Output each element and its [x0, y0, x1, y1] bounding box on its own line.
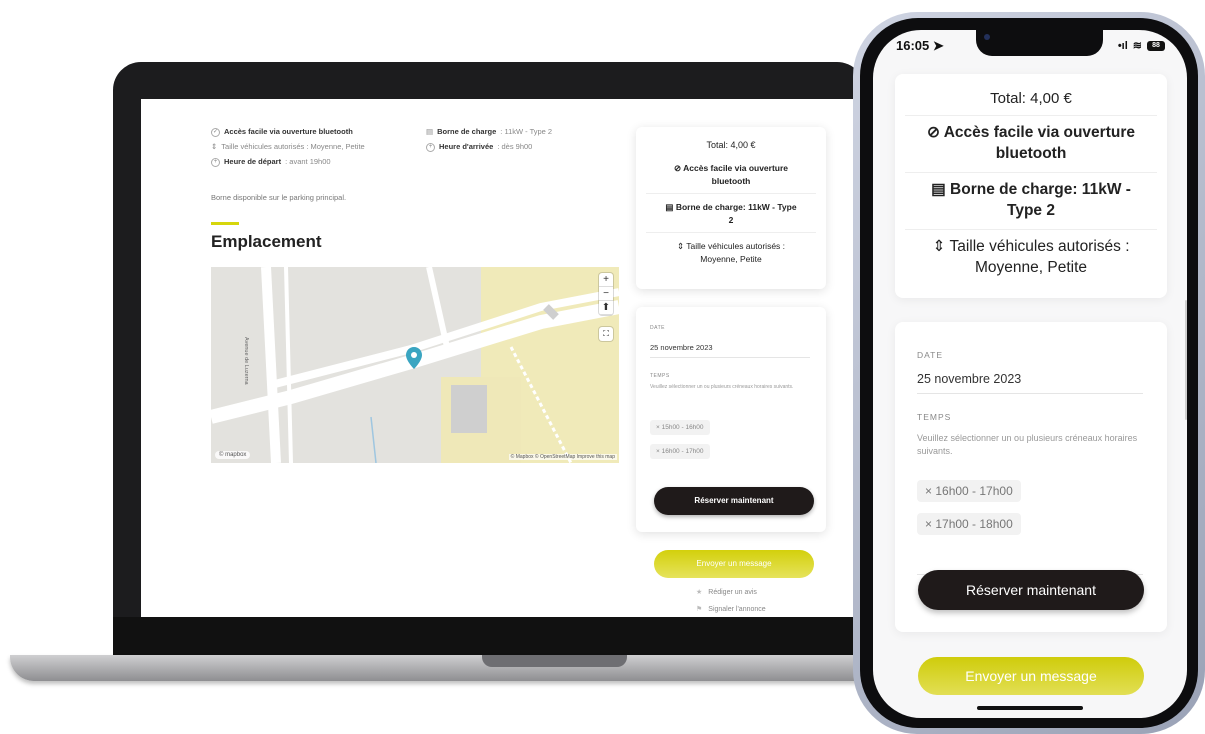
- time-hint: Veuillez sélectionner un ou plusieurs cr…: [917, 433, 1138, 456]
- description: Borne disponible sur le parking principa…: [211, 193, 347, 202]
- home-indicator[interactable]: [977, 706, 1083, 710]
- summary-bluetooth: ⊘ Accès facile via ouverture bluetooth: [673, 163, 789, 186]
- time-slot-chip[interactable]: × 17h00 - 18h00: [917, 513, 1021, 535]
- laptop-notch: [482, 655, 627, 667]
- fullscreen-button[interactable]: ⛶: [599, 327, 613, 341]
- summary-vehicle-size: ⇕ Taille véhicules autorisés : Moyenne, …: [905, 229, 1157, 278]
- feature-departure: + Heure de départ : avant 19h00: [211, 155, 331, 169]
- summary-charging-label: Borne de charge: 11kW - Type 2: [675, 202, 797, 225]
- location-arrow-icon: ➤: [932, 38, 944, 53]
- feature-arrival-label: Heure d'arrivée: [439, 142, 494, 151]
- total-price: Total: 4,00 €: [990, 90, 1072, 107]
- check-circle-icon: ✓: [211, 127, 220, 137]
- mapbox-logo: © mapbox: [215, 451, 251, 459]
- map-attribution[interactable]: © Mapbox © OpenStreetMap Improve this ma…: [508, 454, 617, 460]
- section-title: Emplacement: [211, 232, 322, 251]
- feature-departure-value: : avant 19h00: [285, 157, 331, 166]
- summary-bluetooth: ⊘ Accès facile via ouverture bluetooth: [905, 115, 1157, 164]
- booking-card: DATE 25 novembre 2023 TEMPS Veuillez sél…: [636, 307, 826, 532]
- phone-notch: [976, 30, 1103, 56]
- laptop-bezel: [113, 617, 865, 658]
- summary-card: Total: 4,00 € ⊘ Accès facile via ouvertu…: [895, 74, 1167, 298]
- time-slot-chip[interactable]: × 16h00 - 17h00: [650, 444, 710, 459]
- signal-icon: •ıl: [1117, 39, 1128, 52]
- feature-departure-label: Heure de départ: [224, 157, 282, 166]
- camera-icon: [984, 34, 990, 40]
- battery-icon: 88: [1147, 40, 1165, 51]
- summary-card: Total: 4,00 € ⊘ Accès facile via ouvertu…: [636, 127, 826, 289]
- feature-vehicle-size-label: Taille véhicules autorisés : Moyenne, Pe…: [221, 142, 365, 151]
- summary-vehicle-size: ⇕ Taille véhicules autorisés : Moyenne, …: [646, 232, 816, 266]
- map-pin-icon[interactable]: [406, 347, 422, 369]
- feature-vehicle-size: ⇕ Taille véhicules autorisés : Moyenne, …: [211, 140, 365, 154]
- feature-charging: ▤ Borne de charge: 11kW - Type 2: [426, 125, 552, 139]
- star-icon: ★: [696, 589, 703, 596]
- feature-charging-label: Borne de charge: [437, 127, 497, 136]
- arrows-vertical-icon: ⇕: [211, 142, 218, 151]
- reserve-button[interactable]: Réserver maintenant: [918, 570, 1144, 610]
- phone-screen: 16:05 ➤ •ıl ≋ 88 Total: 4,00 € ⊘ Accès f…: [873, 30, 1187, 718]
- zoom-out-button[interactable]: −: [599, 287, 613, 301]
- report-label: Signaler l'annonce: [708, 605, 766, 613]
- section-accent: [211, 222, 239, 225]
- wifi-icon: ≋: [1132, 40, 1142, 52]
- street-label: Avenue de Luzerna: [243, 337, 249, 385]
- total-price: Total: 4,00 €: [706, 140, 756, 150]
- clock-icon: +: [211, 157, 220, 167]
- time-label: TEMPS: [650, 373, 670, 379]
- feature-bluetooth: ✓ Accès facile via ouverture bluetooth: [211, 125, 353, 139]
- write-review-link[interactable]: ★ Rédiger un avis: [696, 588, 757, 597]
- map-zoom-controls: + − ⬆: [599, 273, 613, 315]
- feature-arrival: + Heure d'arrivée : dès 9h00: [426, 140, 532, 154]
- time-slot-chip[interactable]: × 16h00 - 17h00: [917, 480, 1021, 502]
- date-label: DATE: [917, 350, 944, 360]
- write-review-label: Rédiger un avis: [708, 588, 757, 596]
- charger-icon: ▤: [665, 202, 676, 212]
- flag-icon: ⚑: [696, 606, 703, 613]
- zoom-in-button[interactable]: +: [599, 273, 613, 287]
- mockup-stage: ✓ Accès facile via ouverture bluetooth ⇕…: [0, 0, 1205, 734]
- status-time: 16:05 ➤: [896, 38, 944, 54]
- send-message-button[interactable]: Envoyer un message: [654, 550, 814, 578]
- date-label: DATE: [650, 325, 665, 331]
- reserve-button[interactable]: Réserver maintenant: [654, 487, 814, 515]
- time-hint: Veuillez sélectionner un ou plusieurs cr…: [650, 384, 794, 390]
- status-time-label: 16:05: [896, 38, 930, 53]
- feature-bluetooth-label: Accès facile via ouverture bluetooth: [224, 127, 353, 136]
- send-message-button[interactable]: Envoyer un message: [918, 657, 1144, 695]
- date-field[interactable]: 25 novembre 2023: [650, 343, 810, 358]
- summary-charging: ▤ Borne de charge: 11kW - Type 2: [905, 172, 1157, 221]
- time-slot-chip[interactable]: × 15h00 - 16h00: [650, 420, 710, 435]
- date-field[interactable]: 25 novembre 2023: [917, 372, 1143, 394]
- compass-button[interactable]: ⬆: [599, 301, 613, 315]
- scrollbar[interactable]: [1185, 300, 1187, 420]
- laptop-screen: ✓ Accès facile via ouverture bluetooth ⇕…: [141, 99, 855, 617]
- feature-arrival-value: : dès 9h00: [497, 142, 533, 151]
- charger-icon: ▤: [931, 181, 951, 198]
- location-map[interactable]: Avenue de Luzerna + − ⬆ ⛶ © mapbox © Map…: [211, 267, 619, 463]
- feature-charging-value: : 11kW - Type 2: [500, 127, 553, 136]
- summary-charging: ▤ Borne de charge: 11kW - Type 2: [646, 193, 816, 227]
- summary-charging-label: Borne de charge: 11kW - Type 2: [950, 181, 1131, 219]
- charger-icon: ▤: [426, 127, 434, 136]
- time-label: TEMPS: [917, 412, 952, 422]
- laptop-base: [10, 655, 880, 681]
- status-icons: •ıl ≋ 88: [1118, 39, 1165, 52]
- clock-arrival-icon: +: [426, 142, 435, 152]
- report-link[interactable]: ⚑ Signaler l'annonce: [696, 605, 766, 614]
